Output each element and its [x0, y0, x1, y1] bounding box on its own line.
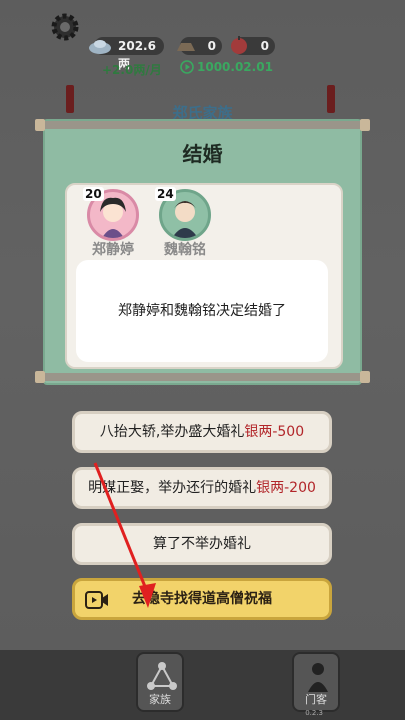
rod-cap	[35, 371, 45, 383]
option-cost: 银两-500	[244, 424, 305, 440]
date-text: 1000.02.01	[197, 60, 273, 74]
person-name: 魏翰铭	[164, 242, 206, 258]
rod-cap	[35, 119, 45, 131]
person-name: 郑静婷	[92, 242, 134, 258]
resource-counter-a: 0	[177, 37, 222, 55]
play-icon[interactable]	[180, 60, 194, 74]
hat-icon	[177, 43, 195, 51]
option-no-wedding-button[interactable]: 算了不举办婚礼	[72, 523, 332, 565]
age-badge: 24	[155, 187, 176, 201]
nav-family-button[interactable]: 家族	[136, 652, 184, 712]
retainer-icon	[308, 663, 328, 692]
option-formal-wedding-button[interactable]: 明媒正娶，举办还行的婚礼银两-200	[72, 467, 332, 509]
resource-counter-b: 0	[231, 36, 275, 55]
option-cost: 银两-200	[256, 480, 316, 496]
message-box: 郑静婷和魏翰铭决定结婚了	[76, 260, 328, 362]
option-grand-wedding-button[interactable]: 八抬大轿,举办盛大婚礼银两-500	[72, 411, 332, 453]
family-tree-icon	[147, 662, 177, 690]
nav-retainer-label: 门客	[305, 693, 327, 706]
rod-cap	[360, 119, 370, 131]
scroll-rod-top	[35, 119, 370, 131]
option-label: 八抬大轿,举办盛大婚礼	[99, 424, 245, 440]
person-card[interactable]: 20 郑静婷	[83, 187, 143, 261]
person-card[interactable]: 24 魏翰铭	[155, 187, 215, 261]
game-date[interactable]: 1000.02.01	[180, 60, 273, 74]
age-badge: 20	[83, 187, 104, 201]
video-ad-icon	[85, 591, 108, 609]
income-rate: +2.0两/月	[102, 63, 162, 77]
lantern-icon	[231, 36, 247, 54]
option-label: 明媒正娶，举办还行的婚礼	[88, 480, 257, 496]
dialog-message: 郑静婷和魏翰铭决定结婚了	[118, 303, 286, 319]
option-label: 去隐寺找得道高僧祝福	[132, 591, 272, 607]
marriage-dialog: 结婚 20 郑静婷 24 魏翰铭 郑静婷和魏翰铭决定结婚了	[45, 121, 360, 383]
resource-a-value: 0	[207, 39, 216, 53]
bottom-nav-bar: 家族 门客 0.2.3	[0, 650, 405, 720]
scroll-rod-bottom	[35, 371, 370, 383]
dialog-panel: 20 郑静婷 24 魏翰铭 郑静婷和魏翰铭决定结婚了	[65, 183, 343, 369]
nav-family-label: 家族	[149, 693, 171, 706]
settings-gear-icon[interactable]	[50, 12, 80, 42]
silver-counter: 202.6两	[89, 37, 164, 71]
option-label: 算了不举办婚礼	[153, 536, 251, 552]
rod-cap	[360, 371, 370, 383]
nav-retainer-button[interactable]: 门客	[292, 652, 340, 712]
version-label: 0.2.3	[305, 709, 323, 717]
dialog-title: 结婚	[182, 142, 223, 166]
resource-b-value: 0	[260, 39, 269, 53]
family-title: 郑氏家族	[172, 104, 233, 122]
option-monk-blessing-button[interactable]: 去隐寺找得道高僧祝福	[72, 578, 332, 620]
silver-ingot-icon	[89, 40, 111, 54]
